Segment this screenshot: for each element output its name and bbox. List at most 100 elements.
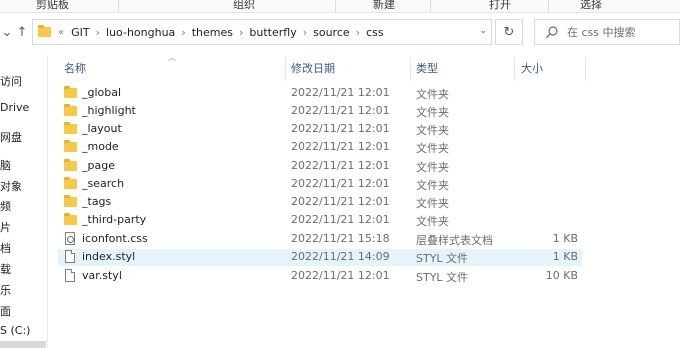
sidebar-item-pictures[interactable]: 片 <box>0 219 11 235</box>
file-row[interactable]: _highlight 2022/11/21 12:01 文件夹 <box>58 103 582 120</box>
breadcrumb-git[interactable]: GIT <box>71 26 90 39</box>
file-type: STYL 文件 <box>416 271 469 284</box>
file-row[interactable]: _global 2022/11/21 12:01 文件夹 <box>58 85 582 102</box>
file-modified: 2022/11/21 12:01 <box>291 269 390 282</box>
search-icon <box>545 25 559 39</box>
file-icon <box>65 269 75 282</box>
file-row-hovered[interactable]: index.styl 2022/11/21 14:09 STYL 文件 1 KB <box>58 249 582 266</box>
column-divider[interactable] <box>410 57 411 81</box>
ribbon-group-labels: 剪贴板 组织 新建 打开 选择 <box>0 0 680 13</box>
file-type: 层叠样式表文档 <box>416 234 493 247</box>
address-bar[interactable]: « GIT › luo-honghua › themes › butterfly… <box>32 19 492 45</box>
file-modified: 2022/11/21 12:01 <box>291 140 390 153</box>
file-name: _global <box>82 86 122 99</box>
file-modified: 2022/11/21 12:01 <box>291 86 390 99</box>
recent-locations-button[interactable]: ⌄ <box>0 22 14 42</box>
ribbon-separator <box>118 0 119 12</box>
folder-icon <box>38 25 51 37</box>
file-row[interactable]: iconfont.css 2022/11/21 15:18 层叠样式表文档 1 … <box>58 231 582 248</box>
file-type: 文件夹 <box>416 161 449 174</box>
file-type: 文件夹 <box>416 124 449 137</box>
search-input[interactable]: 在 css 中搜索 <box>534 19 680 45</box>
file-row[interactable]: var.styl 2022/11/21 12:01 STYL 文件 10 KB <box>58 268 582 285</box>
sidebar-item-videos[interactable]: 频 <box>0 198 11 214</box>
sidebar-item-documents[interactable]: 档 <box>0 240 11 256</box>
file-type: STYL 文件 <box>416 252 469 265</box>
column-header-size[interactable]: 大小 <box>521 60 543 76</box>
file-type: 文件夹 <box>416 106 449 119</box>
file-name: _highlight <box>82 104 136 117</box>
file-name: _page <box>82 159 115 172</box>
column-divider[interactable] <box>514 57 515 81</box>
breadcrumb-separator-icon[interactable]: › <box>303 26 307 39</box>
sort-ascending-icon: ︿ <box>168 53 176 62</box>
breadcrumb-separator-icon[interactable]: › <box>181 26 185 39</box>
file-row[interactable]: _third-party 2022/11/21 12:01 文件夹 <box>58 212 582 229</box>
file-type: 文件夹 <box>416 142 449 155</box>
file-modified: 2022/11/21 12:01 <box>291 104 390 117</box>
file-name: _layout <box>82 122 122 135</box>
sidebar-selected-highlight <box>0 341 46 348</box>
sidebar-item-downloads[interactable]: 载 <box>0 261 11 277</box>
overflow-chevron-icon[interactable]: « <box>58 27 64 38</box>
ribbon-group-open: 打开 <box>489 0 511 11</box>
folder-icon <box>64 86 77 98</box>
folder-icon <box>64 122 77 134</box>
file-modified: 2022/11/21 12:01 <box>291 213 390 226</box>
sidebar-item-quick-access[interactable]: 访问 <box>0 73 22 89</box>
breadcrumb-luo-honghua[interactable]: luo-honghua <box>106 26 175 39</box>
folder-icon <box>64 195 77 207</box>
file-type: 文件夹 <box>416 197 449 210</box>
file-row[interactable]: _mode 2022/11/21 12:01 文件夹 <box>58 139 582 156</box>
file-type: 文件夹 <box>416 88 449 101</box>
breadcrumb-source[interactable]: source <box>313 26 350 39</box>
folder-icon <box>64 140 77 152</box>
ribbon-separator <box>548 0 549 12</box>
ribbon-separator <box>430 0 431 12</box>
file-name: var.styl <box>82 269 122 282</box>
column-header-modified[interactable]: 修改日期 <box>291 60 335 76</box>
refresh-button[interactable]: ↻ <box>495 19 523 45</box>
breadcrumb-separator-icon[interactable]: › <box>239 26 243 39</box>
ribbon-group-organize: 组织 <box>233 0 255 11</box>
column-header-type[interactable]: 类型 <box>416 60 438 76</box>
sidebar-item-c-drive[interactable]: S (C:) <box>0 324 30 337</box>
sidebar-item-music[interactable]: 乐 <box>0 282 11 298</box>
column-divider[interactable] <box>285 57 286 81</box>
address-history-dropdown-icon[interactable]: ⌄ <box>479 26 487 36</box>
file-size: 1 KB <box>552 232 578 245</box>
file-name: _mode <box>82 140 119 153</box>
file-modified: 2022/11/21 12:01 <box>291 122 390 135</box>
file-row[interactable]: _page 2022/11/21 12:01 文件夹 <box>58 158 582 175</box>
breadcrumb-separator-icon[interactable]: › <box>96 26 100 39</box>
file-name: _tags <box>82 195 112 208</box>
file-type: 文件夹 <box>416 215 449 228</box>
file-modified: 2022/11/21 14:09 <box>291 250 390 263</box>
breadcrumb-butterfly[interactable]: butterfly <box>249 26 296 39</box>
column-divider[interactable] <box>585 57 586 81</box>
ribbon-separator <box>335 0 336 12</box>
ribbon-group-clipboard: 剪贴板 <box>36 0 69 11</box>
sidebar-item-onedrive[interactable]: Drive <box>0 101 29 114</box>
file-row[interactable]: _search 2022/11/21 12:01 文件夹 <box>58 176 582 193</box>
search-placeholder: 在 css 中搜索 <box>567 26 636 39</box>
file-row[interactable]: _tags 2022/11/21 12:01 文件夹 <box>58 194 582 211</box>
file-name: iconfont.css <box>82 232 148 245</box>
file-row[interactable]: _layout 2022/11/21 12:01 文件夹 <box>58 121 582 138</box>
breadcrumb-themes[interactable]: themes <box>192 26 233 39</box>
navigation-pane: 访问 Drive 网盘 脑 对象 频 片 档 载 乐 面 S (C:) <box>0 55 46 348</box>
file-modified: 2022/11/21 12:01 <box>291 159 390 172</box>
sidebar-item-this-pc[interactable]: 脑 <box>0 157 11 173</box>
breadcrumb-separator-icon[interactable]: › <box>356 26 360 39</box>
sidebar-item-3d-objects[interactable]: 对象 <box>0 178 22 194</box>
pane-divider[interactable] <box>47 55 48 348</box>
css-file-icon <box>65 232 75 245</box>
file-modified: 2022/11/21 15:18 <box>291 232 390 245</box>
folder-icon <box>64 213 77 225</box>
ribbon-group-select: 选择 <box>580 0 602 11</box>
sidebar-item-netdisk[interactable]: 网盘 <box>0 129 22 145</box>
up-button[interactable]: ↑ <box>15 22 29 42</box>
breadcrumb-css[interactable]: css <box>366 26 384 39</box>
sidebar-item-desktop[interactable]: 面 <box>0 303 11 319</box>
column-header-name[interactable]: 名称 <box>64 60 86 76</box>
